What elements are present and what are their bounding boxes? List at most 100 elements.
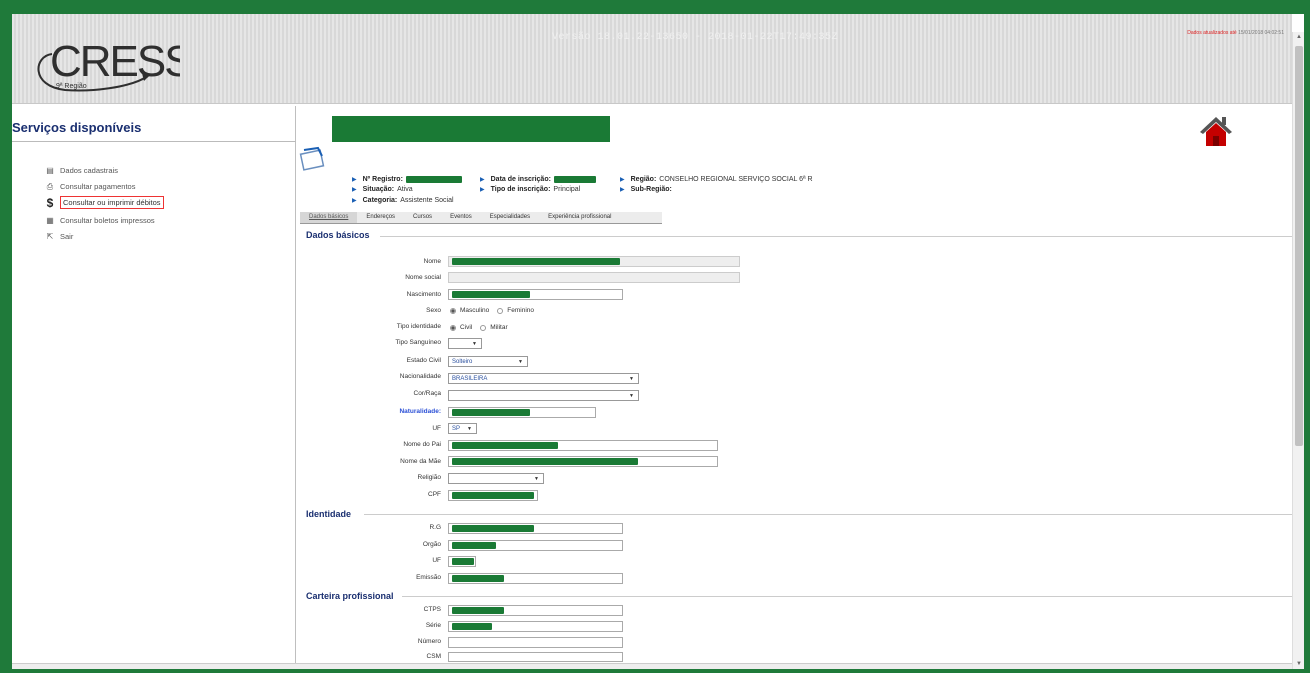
cpf-field[interactable]: [448, 490, 538, 501]
sidebar-item-consultar-pagamentos[interactable]: ⎙ Consultar pagamentos: [44, 180, 136, 193]
scrollbar-thumb[interactable]: [1295, 46, 1303, 446]
tab-especialidades[interactable]: Especialidades: [481, 212, 539, 223]
tab-bar: Dados básicos Endereços Cursos Eventos E…: [300, 212, 662, 224]
cress-logo: CRESS 9ª Região: [37, 37, 180, 92]
tab-dados-basicos[interactable]: Dados básicos: [300, 212, 358, 223]
chevron-down-icon: ▼: [467, 426, 472, 432]
label-religiao: Religião: [417, 474, 442, 481]
tipo-sanguineo-select[interactable]: ▼: [448, 338, 482, 349]
uf-identidade-field[interactable]: [448, 556, 476, 567]
radio-civil[interactable]: [450, 324, 456, 331]
nome-social-field[interactable]: [448, 272, 740, 283]
section-title-carteira-profissional: Carteira profissional: [306, 591, 394, 601]
redacted-value: [452, 409, 530, 416]
profile-card-icon: [299, 146, 325, 171]
orgao-field[interactable]: [448, 540, 623, 551]
label-tipo-identidade: Tipo identidade: [396, 323, 441, 330]
redacted-value: [452, 542, 496, 549]
divider: [364, 514, 1292, 515]
redacted-value: [452, 558, 474, 565]
chevron-down-icon: ▼: [518, 359, 523, 365]
exit-icon: ⇱: [46, 232, 54, 241]
vertical-scrollbar[interactable]: ▲ ▼: [1292, 32, 1304, 669]
section-title-dados-basicos: Dados básicos: [306, 230, 370, 240]
home-icon[interactable]: [1198, 114, 1234, 148]
redacted-value: [452, 442, 558, 449]
bullet-icon: ▶: [352, 198, 357, 204]
scroll-down-icon[interactable]: ▼: [1296, 661, 1302, 667]
emissao-field[interactable]: [448, 573, 623, 584]
dollar-icon: $: [46, 195, 54, 210]
tab-experiencia-profissional[interactable]: Experiência profissional: [539, 212, 620, 223]
rg-field[interactable]: [448, 523, 623, 534]
situacao-info: ▶ Situação: Ativa: [352, 186, 413, 193]
version-text: Versão 18.01.22-13650 - 2018-01-22T17:49…: [552, 32, 839, 43]
redacted-value: [452, 458, 638, 465]
nascimento-field[interactable]: [448, 289, 623, 300]
sidebar: Serviços disponíveis ▤ Dados cadastrais …: [12, 106, 296, 669]
app-window: CRESS 9ª Região Versão 18.01.22-13650 - …: [12, 14, 1304, 669]
religiao-select[interactable]: ▼: [448, 473, 544, 484]
data-inscricao-redacted: [553, 176, 596, 183]
divider: [380, 236, 1292, 237]
nacionalidade-select[interactable]: BRASILEIRA ▼: [448, 373, 639, 384]
label-serie: Série: [425, 622, 441, 629]
label-cpf: CPF: [428, 491, 441, 498]
ctps-field[interactable]: [448, 605, 623, 616]
label-estado-civil: Estado Civil: [406, 357, 441, 364]
barcode-icon: ▦: [46, 216, 54, 225]
tab-eventos[interactable]: Eventos: [441, 212, 481, 223]
printer-icon: ⎙: [46, 181, 54, 191]
bullet-icon: ▶: [352, 187, 357, 193]
redacted-value: [452, 575, 504, 582]
sidebar-item-dados-cadastrais[interactable]: ▤ Dados cadastrais: [44, 164, 118, 177]
nome-mae-field[interactable]: [448, 456, 718, 467]
radio-militar[interactable]: [480, 324, 487, 331]
divider: [402, 596, 1292, 597]
redacted-value: [452, 623, 492, 630]
nome-field[interactable]: [448, 256, 740, 267]
svg-text:CRESS: CRESS: [50, 37, 180, 86]
label-uf-identidade: UF: [432, 557, 441, 564]
bullet-icon: ▶: [480, 177, 485, 183]
numero-field[interactable]: [448, 637, 623, 648]
categoria-info: ▶ Categoria: Assistente Social: [352, 197, 454, 204]
sidebar-title: Serviços disponíveis: [12, 120, 142, 135]
profile-name-redacted: [332, 116, 610, 142]
chevron-down-icon: ▼: [629, 393, 634, 399]
cor-raca-select[interactable]: ▼: [448, 390, 639, 401]
label-nome-mae: Nome da Mãe: [400, 458, 441, 465]
label-nacionalidade: Nacionalidade: [399, 373, 441, 380]
scroll-up-icon[interactable]: ▲: [1296, 34, 1302, 40]
label-nome-social: Nome social: [405, 274, 441, 281]
label-csm: CSM: [426, 653, 441, 660]
csm-field[interactable]: [448, 652, 623, 662]
tab-cursos[interactable]: Cursos: [404, 212, 441, 223]
last-update-text: Dados atualizados até 15/01/2018 04:02:5…: [1187, 30, 1284, 36]
tab-enderecos[interactable]: Endereços: [357, 212, 404, 223]
tipo-identidade-radio-group: Civil Militar: [442, 324, 508, 331]
nome-pai-field[interactable]: [448, 440, 718, 451]
label-naturalidade: Naturalidade:: [399, 408, 441, 415]
sidebar-item-consultar-boletos[interactable]: ▦ Consultar boletos impressos: [44, 214, 154, 227]
radio-feminino[interactable]: [497, 307, 504, 314]
divider: [12, 141, 296, 142]
section-title-identidade: Identidade: [306, 509, 352, 519]
bullet-icon: ▶: [480, 187, 485, 193]
label-numero: Número: [417, 638, 441, 645]
chevron-down-icon: ▼: [472, 341, 477, 347]
redacted-value: [452, 607, 504, 614]
tipo-inscricao-info: ▶ Tipo de inscrição: Principal: [480, 186, 581, 193]
redacted-value: [452, 291, 530, 298]
estado-civil-select[interactable]: Solteiro ▼: [448, 356, 528, 367]
uf-select[interactable]: SP ▼: [448, 423, 477, 434]
label-rg: R.G: [429, 524, 441, 531]
radio-masculino[interactable]: [450, 307, 456, 314]
naturalidade-field[interactable]: [448, 407, 596, 418]
chevron-down-icon: ▼: [629, 376, 634, 382]
serie-field[interactable]: [448, 621, 623, 632]
sidebar-item-sair[interactable]: ⇱ Sair: [44, 230, 74, 243]
sexo-radio-group: Masculino Feminino: [442, 307, 534, 314]
label-cor-raca: Cor/Raça: [413, 390, 441, 397]
sidebar-item-consultar-debitos[interactable]: $ Consultar ou imprimir débitos: [44, 195, 164, 210]
